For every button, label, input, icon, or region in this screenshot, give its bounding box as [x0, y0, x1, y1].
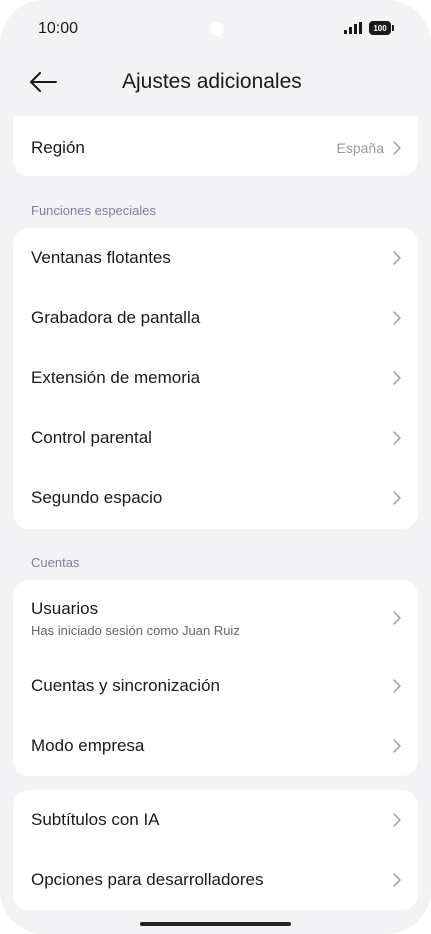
developer-options-row[interactable]: Opciones para desarrolladores — [13, 850, 418, 910]
phone-screen: 10:00 100 Ajustes adicionales Región Esp… — [0, 0, 431, 934]
home-indicator[interactable] — [140, 922, 291, 926]
status-bar: 10:00 100 — [0, 0, 431, 60]
memory-extension-row[interactable]: Extensión de memoria — [13, 348, 418, 408]
row-title: Grabadora de pantalla — [31, 308, 201, 327]
section-header-accounts: Cuentas — [31, 555, 80, 570]
signal-icon — [344, 22, 362, 34]
other-settings-card: Subtítulos con IA Opciones para desarrol… — [13, 790, 418, 910]
special-features-card: Ventanas flotantes Grabadora de pantalla… — [13, 228, 418, 529]
chevron-right-icon — [393, 491, 401, 505]
chevron-right-icon — [393, 873, 401, 887]
header: Ajustes adicionales — [0, 56, 431, 112]
enterprise-mode-row[interactable]: Modo empresa — [13, 716, 418, 776]
accounts-sync-row[interactable]: Cuentas y sincronización — [13, 656, 418, 716]
chevron-right-icon — [393, 371, 401, 385]
chevron-right-icon — [393, 251, 401, 265]
parental-control-row[interactable]: Control parental — [13, 408, 418, 468]
users-row[interactable]: Usuarios Has iniciado sesión como Juan R… — [13, 580, 418, 656]
arrow-left-icon[interactable] — [28, 70, 58, 94]
second-space-row[interactable]: Segundo espacio — [13, 468, 418, 528]
region-value: España — [336, 140, 384, 156]
region-title: Región — [31, 138, 85, 157]
screen-recorder-row[interactable]: Grabadora de pantalla — [13, 288, 418, 348]
floating-windows-row[interactable]: Ventanas flotantes — [13, 228, 418, 288]
section-header-special: Funciones especiales — [31, 203, 157, 218]
row-title: Extensión de memoria — [31, 368, 201, 387]
chevron-right-icon — [393, 679, 401, 693]
chevron-right-icon — [393, 739, 401, 753]
status-time: 10:00 — [38, 20, 79, 37]
page-title: Ajustes adicionales — [122, 70, 302, 93]
row-title: Segundo espacio — [31, 488, 163, 507]
camera-cutout — [210, 22, 224, 36]
row-title: Ventanas flotantes — [31, 248, 171, 267]
row-title: Opciones para desarrolladores — [31, 870, 264, 889]
chevron-right-icon — [393, 311, 401, 325]
row-title: Cuentas y sincronización — [31, 676, 220, 695]
chevron-right-icon — [393, 813, 401, 827]
row-title: Modo empresa — [31, 736, 145, 755]
chevron-right-icon — [393, 141, 401, 155]
row-title: Usuarios — [31, 599, 99, 618]
battery-icon: 100 — [369, 21, 394, 35]
ai-subtitles-row[interactable]: Subtítulos con IA — [13, 790, 418, 850]
chevron-right-icon — [393, 611, 401, 625]
accounts-card: Usuarios Has iniciado sesión como Juan R… — [13, 580, 418, 776]
row-subtitle: Has iniciado sesión como Juan Ruiz — [31, 623, 240, 638]
region-card: Región España — [13, 116, 418, 176]
region-row[interactable]: Región España — [13, 116, 418, 176]
battery-level: 100 — [373, 23, 387, 33]
chevron-right-icon — [393, 431, 401, 445]
row-title: Subtítulos con IA — [31, 810, 160, 829]
row-title: Control parental — [31, 428, 152, 447]
